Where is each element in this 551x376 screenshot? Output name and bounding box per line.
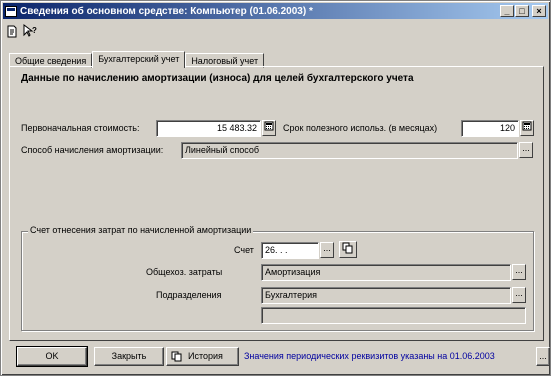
help-pointer-icon[interactable]: ? xyxy=(23,24,37,38)
main-window: Сведения об основном средстве: Компьютер… xyxy=(0,0,551,376)
division-field[interactable]: Бухгалтерия xyxy=(261,287,511,304)
division-select-button[interactable]: ... xyxy=(512,287,526,303)
ok-button[interactable]: OK xyxy=(16,346,88,367)
document-icon[interactable] xyxy=(5,24,19,38)
account-label: Счет xyxy=(234,245,254,255)
history-icon xyxy=(171,351,182,362)
account-select-button[interactable]: ... xyxy=(320,242,334,258)
calculator-button[interactable] xyxy=(262,120,276,136)
account-field[interactable]: 26. . . xyxy=(261,242,319,259)
maximize-button[interactable]: □ xyxy=(515,5,529,17)
section-title: Данные по начислению амортизации (износа… xyxy=(21,73,414,84)
title-bar[interactable]: Сведения об основном средстве: Компьютер… xyxy=(3,3,548,19)
initial-cost-field[interactable]: 15 483.32 xyxy=(156,120,261,137)
group-title: Счет отнесения затрат по начисленной амо… xyxy=(28,225,254,235)
expenses-select-button[interactable]: ... xyxy=(512,264,526,280)
copy-button[interactable] xyxy=(339,241,357,258)
calculator-button-2[interactable] xyxy=(520,120,534,136)
app-icon xyxy=(5,5,17,17)
method-select-button[interactable]: ... xyxy=(519,142,533,158)
calculator-icon xyxy=(264,121,274,131)
close-dialog-button[interactable]: Закрыть xyxy=(94,347,164,366)
copy-icon xyxy=(342,242,353,254)
tab-accounting[interactable]: Бухгалтерский учет xyxy=(92,51,186,68)
minimize-button[interactable]: _ xyxy=(500,5,514,17)
division-label: Подразделения xyxy=(156,290,222,300)
tab-strip: Общие сведения Бухгалтерский учет Налого… xyxy=(9,51,265,68)
more-button[interactable]: ... xyxy=(536,347,550,366)
useful-life-label: Срок полезного использ. (в месяцах) xyxy=(283,123,438,133)
status-text: Значения периодических реквизитов указан… xyxy=(244,351,495,361)
ellipsis-icon: ... xyxy=(515,265,523,275)
svg-text:?: ? xyxy=(32,26,37,35)
history-button[interactable]: История xyxy=(166,347,239,366)
toolbar: ? xyxy=(5,22,37,40)
close-button[interactable]: × xyxy=(532,5,546,17)
ellipsis-icon: ... xyxy=(515,288,523,298)
initial-cost-label: Первоначальная стоимость: xyxy=(21,123,140,133)
expenses-label: Общехоз. затраты xyxy=(146,267,223,277)
extra-subconto-field[interactable] xyxy=(261,307,526,324)
window-controls: _ □ × xyxy=(499,5,546,17)
method-label: Способ начисления амортизации: xyxy=(21,145,164,155)
ellipsis-icon: ... xyxy=(323,243,331,253)
ellipsis-icon: ... xyxy=(522,143,530,153)
method-field[interactable]: Линейный способ xyxy=(181,142,518,159)
expenses-field[interactable]: Амортизация xyxy=(261,264,511,281)
useful-life-field[interactable]: 120 xyxy=(461,120,519,137)
window-title: Сведения об основном средстве: Компьютер… xyxy=(20,5,313,17)
history-label: История xyxy=(188,351,223,361)
calculator-icon xyxy=(522,121,532,131)
